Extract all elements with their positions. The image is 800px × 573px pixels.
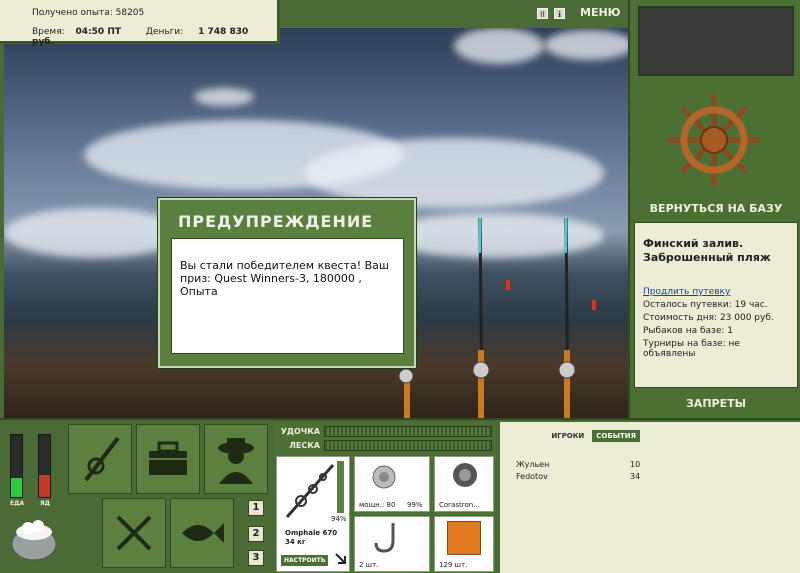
player-info-panel: Получено опыта: 58205 Время: 04:50 ПТ Де… (0, 0, 280, 47)
rod-tension-bar (324, 426, 492, 437)
tackle-panel: УДОЧКА ЛЕСКА 94% Omphale 670 34 кг НАСТР… (274, 422, 496, 573)
time-value: 04:50 ПТ (75, 27, 121, 37)
line-bar-label: ЛЕСКА (289, 441, 320, 450)
right-panel: ВЕРНУТЬСЯ НА БАЗУ Финский залив. Заброше… (628, 0, 800, 418)
location-title: Финский залив. Заброшенный пляж (643, 237, 771, 264)
reel-power: мощн.: 80 (359, 501, 396, 509)
hook-cell[interactable]: 2 шт. (354, 516, 430, 572)
poison-label: ЯД (40, 500, 50, 507)
rod-weight: 34 кг (285, 538, 306, 546)
poison-meter-fill (39, 475, 50, 497)
day-cost: Стоимость дня: 23 000 руб. (643, 313, 774, 323)
player-row[interactable]: Жульен 10 (516, 460, 646, 469)
tackle-box-icon (149, 441, 187, 475)
line-tension-bar (324, 440, 492, 451)
fisherman-icon (218, 438, 254, 484)
rod-cell[interactable]: 94% Omphale 670 34 кг НАСТРОИТЬ (276, 456, 350, 572)
setup-button[interactable]: НАСТРОИТЬ (281, 555, 329, 566)
minimap[interactable] (638, 6, 794, 76)
line-name: Corastron... (439, 501, 480, 509)
food-meter (10, 434, 23, 498)
menu-button[interactable]: МЕНЮ (580, 6, 621, 19)
slot-1-button[interactable]: 1 (248, 500, 264, 516)
money-label: Деньги: (145, 27, 184, 37)
reel-cell[interactable]: мощн.: 80 99% (354, 456, 430, 512)
rod-name: Omphale 670 (285, 529, 338, 537)
rod-reel-icon (84, 436, 120, 482)
player-row[interactable]: Fedotov 34 (516, 472, 646, 481)
pause-icon[interactable]: II (537, 8, 548, 19)
arrow-down-right-icon[interactable] (335, 553, 347, 565)
bottom-bar: ЕДА ЯД 1 2 3 УДОЧКА ЛЕСКА 94% Omphale 67… (0, 418, 800, 573)
player-name: Жульен (516, 460, 550, 469)
fishers-count: Рыбаков на базе: 1 (643, 326, 733, 336)
extend-permit-link[interactable]: Продлить путевку (643, 287, 789, 297)
permit-remaining: Осталось путевки: 19 час. (643, 300, 768, 310)
money-value: 1 748 830 руб. (32, 27, 249, 47)
hook-icon (374, 523, 395, 553)
rod-icon (285, 464, 335, 518)
tab-players[interactable]: ИГРОКИ (547, 430, 588, 442)
bait-count: 129 шт. (439, 561, 468, 569)
reel-icon (372, 465, 396, 489)
food-meter-fill (11, 478, 22, 497)
bans-button[interactable]: ЗАПРЕТЫ (630, 397, 800, 410)
tournaments-status: Турниры на базе: не объявлены (643, 339, 740, 359)
rod-bar-label: УДОЧКА (280, 427, 320, 436)
slot-3-button[interactable]: 3 (248, 550, 264, 566)
rod-tool-slot[interactable] (68, 424, 132, 494)
cauldron-icon[interactable] (8, 514, 60, 566)
dialog-message: Вы стали победителем квеста! Ваш приз: Q… (171, 238, 404, 354)
hook-count: 2 шт. (359, 561, 379, 569)
player-value: 10 (630, 460, 641, 469)
fish-icon (182, 523, 224, 543)
food-label: ЕДА (10, 500, 25, 507)
food-slot[interactable] (102, 498, 166, 568)
player-name: Fedotov (516, 472, 548, 481)
time-label: Время: (32, 27, 65, 37)
line-spool-icon (453, 463, 477, 487)
bait-cell[interactable]: 129 шт. (434, 516, 494, 572)
tackle-box-slot[interactable] (136, 424, 200, 494)
poison-meter (38, 434, 51, 498)
slot-2-button[interactable]: 2 (248, 526, 264, 542)
experience-label: Получено опыта: (32, 8, 113, 18)
return-to-base-button[interactable]: ВЕРНУТЬСЯ НА БАЗУ (630, 202, 800, 215)
ships-wheel-icon[interactable] (666, 92, 762, 188)
line-cell[interactable]: Corastron... (434, 456, 494, 512)
info-icon[interactable]: ℹ (554, 8, 565, 19)
dialog-title: ПРЕДУПРЕЖДЕНИЕ (178, 212, 374, 231)
reel-percent: 99% (407, 501, 423, 509)
players-panel: ИГРОКИ СОБЫТИЯ Жульен 10 Fedotov 34 (500, 422, 800, 573)
player-value: 34 (630, 472, 641, 481)
knife-fork-icon (116, 515, 152, 551)
character-slot[interactable] (204, 424, 268, 494)
warning-dialog[interactable]: ПРЕДУПРЕЖДЕНИЕ Вы стали победителем квес… (158, 198, 416, 368)
rod-percent: 94% (331, 515, 347, 523)
bait-pack-icon (447, 521, 481, 555)
experience-value: 58205 (115, 8, 145, 18)
tab-events[interactable]: СОБЫТИЯ (592, 430, 640, 442)
rod-durability-bar (337, 461, 344, 513)
fish-cage-slot[interactable] (170, 498, 234, 568)
location-panel: Финский залив. Заброшенный пляж Продлить… (634, 222, 798, 388)
